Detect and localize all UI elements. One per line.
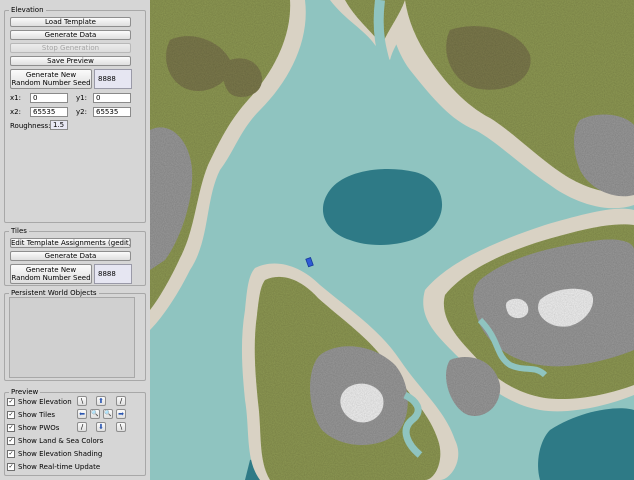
pan-up-button[interactable]: ⬆ (96, 396, 106, 406)
save-preview-button[interactable]: Save Preview (10, 56, 131, 66)
tiles-seed-button[interactable]: Generate New Random Number Seed (10, 264, 92, 284)
pan-down-button[interactable]: ⬇ (96, 422, 106, 432)
tiles-seed-line1: Generate New (25, 266, 77, 274)
tiles-seed-line2: Random Number Seed (11, 274, 91, 282)
checkbox-box[interactable]: ✓ (7, 437, 15, 445)
preview-title: Preview (11, 388, 39, 396)
x2-field[interactable]: 65535 (30, 107, 68, 117)
show-land-sea-colors-checkbox[interactable]: ✓ Show Land & Sea Colors (7, 436, 103, 446)
checkbox-box[interactable]: ✓ (7, 411, 15, 419)
zoom-in-button[interactable]: 🔍 (103, 409, 113, 419)
seed-button-line2: Random Number Seed (11, 79, 91, 87)
generate-tiles-button[interactable]: Generate Data (10, 251, 131, 261)
pan-northwest-button[interactable]: \ (77, 396, 87, 406)
show-elevation-checkbox[interactable]: ✓ Show Elevation (7, 397, 72, 407)
seed-button-line1: Generate New (25, 71, 77, 79)
checkbox-label: Show PWOs (18, 424, 60, 432)
tiles-seed-field[interactable]: 8888 (94, 264, 132, 284)
pan-northeast-button[interactable]: / (116, 396, 126, 406)
terrain-preview[interactable] (150, 0, 634, 480)
y2-field[interactable]: 65535 (93, 107, 131, 117)
elevation-seed-button[interactable]: Generate New Random Number Seed (10, 69, 92, 89)
stop-generation-button[interactable]: Stop Generation (10, 43, 131, 53)
roughness-label: Roughness: (10, 122, 51, 130)
roughness-field[interactable]: 1.5 (50, 120, 68, 130)
checkbox-label: Show Tiles (18, 411, 56, 419)
pan-southeast-button[interactable]: \ (116, 422, 126, 432)
checkbox-box[interactable]: ✓ (7, 463, 15, 471)
checkbox-label: Show Land & Sea Colors (18, 437, 104, 445)
x2-label: x2: (10, 108, 21, 116)
control-panel: Elevation Load Template Generate Data St… (0, 0, 150, 480)
show-pwos-checkbox[interactable]: ✓ Show PWOs (7, 423, 59, 433)
pan-left-button[interactable]: ⬅ (77, 409, 87, 419)
checkbox-box[interactable]: ✓ (7, 398, 15, 406)
tiles-title: Tiles (11, 227, 27, 235)
pan-southwest-button[interactable]: / (77, 422, 87, 432)
pwo-list[interactable] (9, 297, 135, 378)
generate-elevation-button[interactable]: Generate Data (10, 30, 131, 40)
edit-template-button[interactable]: Edit Template Assignments (gedit) (10, 238, 131, 248)
x1-label: x1: (10, 94, 21, 102)
checkbox-label: Show Elevation (18, 398, 72, 406)
checkbox-box[interactable]: ✓ (7, 424, 15, 432)
checkbox-label: Show Real-time Update (18, 463, 101, 471)
zoom-out-button[interactable]: 🔍 (90, 409, 100, 419)
terrain-map (150, 0, 634, 480)
checkbox-box[interactable]: ✓ (7, 450, 15, 458)
show-elevation-shading-checkbox[interactable]: ✓ Show Elevation Shading (7, 449, 102, 459)
x1-field[interactable]: 0 (30, 93, 68, 103)
elevation-seed-field[interactable]: 8888 (94, 69, 132, 89)
elevation-title: Elevation (11, 6, 44, 14)
show-tiles-checkbox[interactable]: ✓ Show Tiles (7, 410, 55, 420)
deep-water-center (322, 169, 443, 245)
y1-label: y1: (76, 94, 87, 102)
show-realtime-update-checkbox[interactable]: ✓ Show Real-time Update (7, 462, 100, 472)
load-template-button[interactable]: Load Template (10, 17, 131, 27)
pwo-title: Persistent World Objects (11, 289, 97, 297)
pan-right-button[interactable]: ➡ (116, 409, 126, 419)
y2-label: y2: (76, 108, 87, 116)
y1-field[interactable]: 0 (93, 93, 131, 103)
checkbox-label: Show Elevation Shading (18, 450, 103, 458)
